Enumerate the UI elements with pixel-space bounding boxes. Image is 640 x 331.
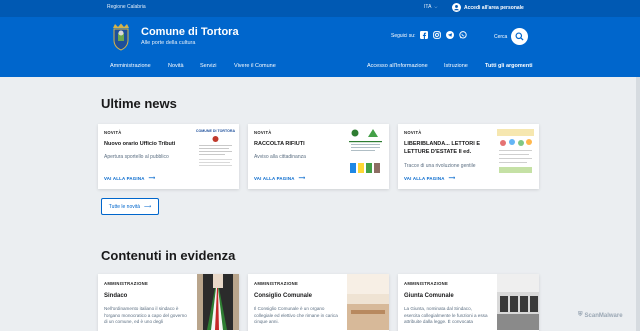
card-category: AMMINISTRAZIONE bbox=[104, 281, 149, 286]
login-label: Accedi all'area personale bbox=[464, 4, 524, 11]
arrow-right-icon: ⟶ bbox=[144, 203, 152, 210]
card-description: Il Consiglio Comunale è un organo colleg… bbox=[254, 306, 338, 324]
nav-item-vivere-il-comune[interactable]: Vivere il Comune bbox=[234, 63, 276, 69]
nav-item-istruzione[interactable]: Istruzione bbox=[444, 63, 468, 69]
nav-item-novita[interactable]: Novità bbox=[168, 63, 184, 69]
shield-icon: ⛨ bbox=[578, 312, 583, 318]
card-link[interactable]: VAI ALLA PAGINA ⟶ bbox=[254, 175, 305, 181]
card-link-label: VAI ALLA PAGINA bbox=[104, 175, 145, 181]
region-link[interactable]: Regione Calabria bbox=[107, 4, 146, 10]
all-news-button[interactable]: Tutte le novità ⟶ bbox=[101, 198, 159, 215]
scrollbar-track[interactable] bbox=[636, 77, 640, 331]
news-thumbnail[interactable] bbox=[495, 127, 536, 177]
nav-item-accesso-informazione[interactable]: Accesso all'Informazione bbox=[367, 63, 428, 69]
featured-card[interactable]: AMMINISTRAZIONE Sindaco Nell'ordinamento… bbox=[98, 274, 239, 331]
featured-card[interactable]: AMMINISTRAZIONE Consiglio Comunale Il Co… bbox=[248, 274, 389, 331]
arrow-right-icon: ⟶ bbox=[298, 175, 306, 180]
card-link[interactable]: VAI ALLA PAGINA ⟶ bbox=[404, 175, 455, 181]
card-description: Avviso alla cittadinanza bbox=[254, 154, 306, 160]
featured-heading: Contenuti in evidenza bbox=[101, 248, 236, 263]
search-icon bbox=[515, 32, 524, 41]
nav-item-servizi[interactable]: Servizi bbox=[200, 63, 217, 69]
news-thumbnail[interactable]: COMUNE DI TORTORA bbox=[195, 127, 236, 177]
news-thumbnail[interactable] bbox=[345, 127, 386, 177]
chevron-down-icon: ⌵ bbox=[434, 4, 438, 9]
card-link-label: VAI ALLA PAGINA bbox=[254, 175, 295, 181]
card-category: NOVITÀ bbox=[104, 130, 122, 135]
user-icon bbox=[452, 3, 461, 12]
watermark: ⛨ ScanMalware bbox=[578, 312, 623, 319]
featured-card[interactable]: AMMINISTRAZIONE Giunta Comunale La Giunt… bbox=[398, 274, 539, 331]
card-title[interactable]: Giunta Comunale bbox=[404, 293, 454, 299]
news-heading: Ultime news bbox=[101, 96, 177, 111]
nav-item-amministrazione[interactable]: Amministrazione bbox=[110, 63, 151, 69]
header-center: Comune di Tortora Alle porte della cultu… bbox=[0, 17, 640, 59]
slim-header: Regione Calabria ITA ⌵ Accedi all'area pe… bbox=[0, 0, 640, 17]
main-navigation: Amministrazione Novità Servizi Vivere il… bbox=[0, 59, 640, 77]
language-selector[interactable]: ITA ⌵ bbox=[424, 4, 437, 10]
news-card[interactable]: NOVITÀ RACCOLTA RIFIUTI Avviso alla citt… bbox=[248, 124, 389, 189]
card-description: La Giunta, nominata dal Sindaco, esercit… bbox=[404, 306, 488, 324]
waste-collection-poster-icon bbox=[349, 129, 382, 173]
card-title[interactable]: Sindaco bbox=[104, 293, 127, 299]
card-description: Nell'ordinamento italiano il sindaco è l… bbox=[104, 306, 187, 324]
language-label: ITA bbox=[424, 4, 432, 10]
featured-section: Contenuti in evidenza AMMINISTRAZIONE Si… bbox=[0, 230, 640, 331]
event-poster-icon bbox=[497, 129, 534, 173]
nav-item-tutti-argomenti[interactable]: Tutti gli argomenti bbox=[485, 63, 533, 69]
instagram-icon[interactable] bbox=[433, 31, 441, 39]
facebook-icon[interactable] bbox=[420, 31, 428, 39]
search-button[interactable] bbox=[511, 28, 528, 45]
card-category: NOVITÀ bbox=[254, 130, 272, 135]
site-title[interactable]: Comune di Tortora bbox=[141, 26, 239, 38]
search-label: Cerca bbox=[494, 34, 508, 40]
card-title[interactable]: LIBERIBLANDA... LETTORI E LETTURE D'ESTA… bbox=[404, 141, 496, 156]
news-card[interactable]: NOVITÀ LIBERIBLANDA... LETTORI E LETTURE… bbox=[398, 124, 539, 189]
card-category: AMMINISTRAZIONE bbox=[404, 281, 449, 286]
council-room-photo bbox=[347, 274, 389, 330]
watermark-text: ScanMalware bbox=[584, 312, 623, 319]
card-description: Apertura sportello al pubblico bbox=[104, 154, 169, 160]
news-section: Ultime news NOVITÀ Nuovo orario Ufficio … bbox=[0, 77, 640, 230]
card-category: AMMINISTRAZIONE bbox=[254, 281, 299, 286]
news-card[interactable]: NOVITÀ Nuovo orario Ufficio Tributi Aper… bbox=[98, 124, 239, 189]
telegram-icon[interactable] bbox=[446, 31, 454, 39]
card-link[interactable]: VAI ALLA PAGINA ⟶ bbox=[104, 175, 155, 181]
meeting-room-photo bbox=[497, 274, 539, 330]
card-category: NOVITÀ bbox=[404, 130, 422, 135]
card-title[interactable]: RACCOLTA RIFIUTI bbox=[254, 141, 334, 149]
site-subtitle: Alle porte della cultura bbox=[141, 40, 196, 46]
document-preview-icon bbox=[199, 136, 232, 166]
mayor-photo bbox=[197, 274, 239, 330]
arrow-right-icon: ⟶ bbox=[448, 175, 456, 180]
login-button[interactable]: Accedi all'area personale bbox=[452, 3, 524, 12]
page: Regione Calabria ITA ⌵ Accedi all'area pe… bbox=[0, 0, 640, 331]
card-description: Tracce di una rivoluzione gentile bbox=[404, 163, 476, 169]
whatsapp-icon[interactable] bbox=[459, 31, 467, 39]
card-link-label: VAI ALLA PAGINA bbox=[404, 175, 445, 181]
follow-label: Seguici su: bbox=[391, 33, 416, 39]
all-news-label: Tutte le novità bbox=[108, 203, 141, 210]
municipal-crest-icon[interactable] bbox=[110, 23, 132, 51]
arrow-right-icon: ⟶ bbox=[148, 175, 156, 180]
card-title[interactable]: Consiglio Comunale bbox=[254, 293, 312, 299]
card-title[interactable]: Nuovo orario Ufficio Tributi bbox=[104, 141, 184, 149]
